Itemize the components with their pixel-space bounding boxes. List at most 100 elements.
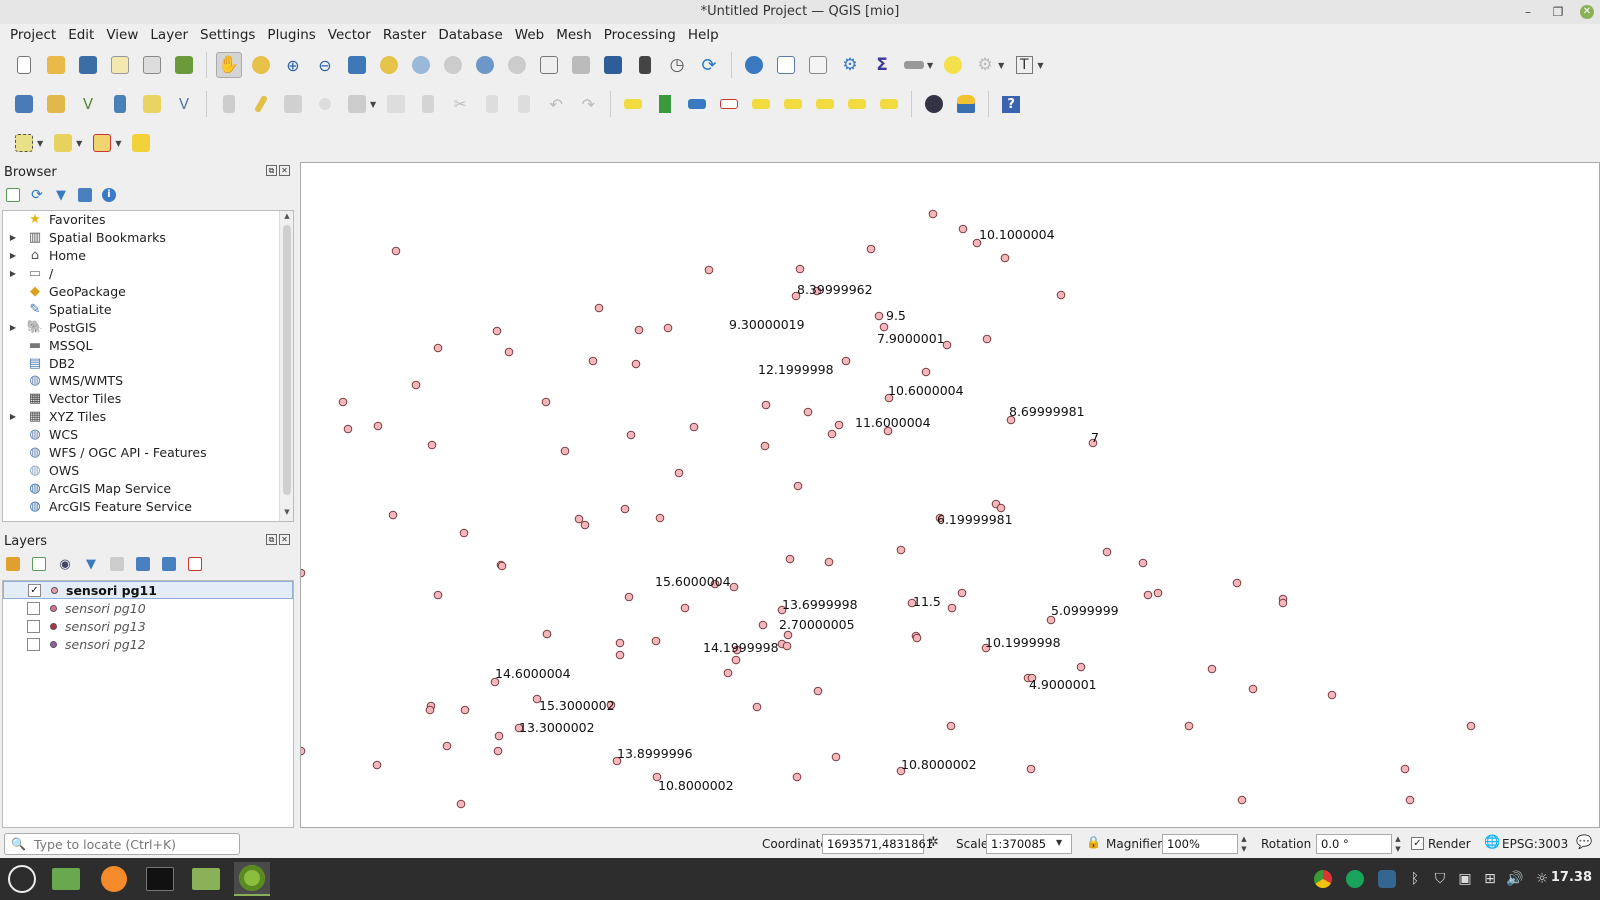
menu-help[interactable]: Help xyxy=(682,27,725,43)
menu-vector[interactable]: Vector xyxy=(322,27,377,43)
browser-item-root[interactable]: ▶ ▭ / xyxy=(3,265,293,283)
browser-item-postgis[interactable]: ▶ 🐘 PostGIS xyxy=(3,318,293,336)
help-icon[interactable]: ? xyxy=(998,91,1024,117)
refresh-icon[interactable]: ⟳ xyxy=(28,186,46,204)
refresh-icon[interactable]: ⟳ xyxy=(696,52,722,78)
layer-labeling-icon[interactable] xyxy=(620,91,646,117)
magnifier-spinner[interactable]: ▲ ▼ xyxy=(1238,834,1250,854)
chevron-down-icon[interactable]: ▼ xyxy=(370,100,376,109)
new-map-view-icon[interactable] xyxy=(536,52,562,78)
close-panel-icon[interactable]: ✕ xyxy=(279,534,290,545)
chevron-down-icon[interactable]: ▼ xyxy=(37,139,43,148)
magnifier-field[interactable]: 100% xyxy=(1162,834,1238,854)
menu-processing[interactable]: Processing xyxy=(598,27,682,43)
undo-icon[interactable]: ↶ xyxy=(543,91,569,117)
pin-labels-icon[interactable] xyxy=(684,91,710,117)
expand-all-icon[interactable] xyxy=(134,555,152,573)
new-project-icon[interactable] xyxy=(11,52,37,78)
menu-view[interactable]: View xyxy=(100,27,144,43)
filter-legend-icon[interactable]: ▼ xyxy=(82,555,100,573)
python-console-icon[interactable] xyxy=(953,91,979,117)
quickmapservices-globe-icon[interactable] xyxy=(921,91,947,117)
add-group-icon[interactable] xyxy=(30,555,48,573)
crs-button[interactable]: EPSG:3003 xyxy=(1502,837,1568,851)
info-icon[interactable]: i xyxy=(100,186,118,204)
new-spatialite-layer-icon[interactable] xyxy=(107,91,133,117)
select-features-icon[interactable] xyxy=(11,130,37,156)
actions-gear-icon[interactable]: ⚙ xyxy=(972,52,998,78)
menu-web[interactable]: Web xyxy=(509,27,550,43)
zoom-last-icon[interactable] xyxy=(472,52,498,78)
identify-features-icon[interactable] xyxy=(741,52,767,78)
browser-item-ows[interactable]: ◍ OWS xyxy=(3,461,293,479)
cut-features-icon[interactable]: ✂ xyxy=(447,91,473,117)
zoom-native-icon[interactable] xyxy=(440,52,466,78)
expand-arrow-icon[interactable]: ▶ xyxy=(7,269,19,278)
menu-layer[interactable]: Layer xyxy=(144,27,194,43)
open-attribute-table-icon[interactable] xyxy=(773,52,799,78)
expand-arrow-icon[interactable]: ▶ xyxy=(7,251,19,260)
zoom-to-selection-icon[interactable] xyxy=(376,52,402,78)
browser-item-wfs-ogc-api-features[interactable]: ◍ WFS / OGC API - Features xyxy=(3,444,293,462)
show-bookmarks-icon[interactable] xyxy=(632,52,658,78)
collapse-all-icon[interactable] xyxy=(76,186,94,204)
browser-item-vector-tiles[interactable]: ▦ Vector Tiles xyxy=(3,390,293,408)
chevron-down-icon[interactable]: ▼ xyxy=(76,139,82,148)
layer-visibility-checkbox[interactable] xyxy=(27,637,40,651)
network-icon[interactable]: ⊞ xyxy=(1480,869,1500,889)
browser-item-xyz-tiles[interactable]: ▶ ▦ XYZ Tiles xyxy=(3,408,293,426)
expand-arrow-icon[interactable]: ▶ xyxy=(7,323,19,332)
postgres-elephant-icon[interactable] xyxy=(1377,869,1397,889)
rotation-field[interactable]: 0.0 ° xyxy=(1316,834,1392,854)
menu-edit[interactable]: Edit xyxy=(62,27,100,43)
delete-selected-icon[interactable] xyxy=(415,91,441,117)
new-geopackage-icon[interactable] xyxy=(43,91,69,117)
filter-by-expression-icon[interactable] xyxy=(108,555,126,573)
select-by-expression-icon[interactable] xyxy=(50,130,76,156)
browser-item-spatialite[interactable]: ✎ SpatiaLite xyxy=(3,300,293,318)
change-label-properties-icon[interactable] xyxy=(876,91,902,117)
add-point-feature-icon[interactable] xyxy=(312,91,338,117)
toggle-editing-pencil-icon[interactable] xyxy=(248,91,274,117)
chevron-down-icon[interactable]: ▼ xyxy=(115,139,121,148)
chat-app-icon[interactable] xyxy=(1345,869,1365,889)
modify-attributes-icon[interactable] xyxy=(383,91,409,117)
terminal-icon[interactable] xyxy=(142,862,178,896)
pan-hand-icon[interactable]: ✋ xyxy=(216,52,242,78)
redo-icon[interactable]: ↷ xyxy=(575,91,601,117)
layer-row[interactable]: sensori pg10 xyxy=(3,599,293,617)
menu-project[interactable]: Project xyxy=(4,27,62,43)
shield-icon[interactable]: ⛉ xyxy=(1430,869,1450,889)
statistical-summary-icon[interactable]: Σ xyxy=(869,52,895,78)
layer-diagram-icon[interactable] xyxy=(652,91,678,117)
map-tips-icon[interactable] xyxy=(940,52,966,78)
menu-database[interactable]: Database xyxy=(432,27,508,43)
new-temporary-layer-icon[interactable] xyxy=(139,91,165,117)
bluetooth-icon[interactable]: ᛒ xyxy=(1405,869,1425,889)
select-by-location-icon[interactable] xyxy=(128,130,154,156)
new-print-layout-icon[interactable] xyxy=(107,52,133,78)
files-icon[interactable] xyxy=(188,862,224,896)
highlight-pinned-labels-icon[interactable] xyxy=(716,91,742,117)
paste-features-icon[interactable] xyxy=(511,91,537,117)
chevron-down-icon[interactable]: ▼ xyxy=(1056,838,1062,847)
zoom-to-layer-icon[interactable] xyxy=(408,52,434,78)
save-project-icon[interactable] xyxy=(75,52,101,78)
chevron-down-icon[interactable]: ▼ xyxy=(998,61,1004,70)
toggle-extents-mouse-icon[interactable]: ✲ xyxy=(928,835,939,850)
show-hide-labels-icon[interactable] xyxy=(780,91,806,117)
toggle-label-display-icon[interactable] xyxy=(748,91,774,117)
new-shapefile-layer-icon[interactable]: V xyxy=(75,91,101,117)
rotation-spinner[interactable]: ▲ ▼ xyxy=(1392,834,1404,854)
browser-item-arcgis-map-service[interactable]: ◍ ArcGIS Map Service xyxy=(3,479,293,497)
browser-item-favorites[interactable]: ★ Favorites xyxy=(3,211,293,229)
layer-row[interactable]: ✓ sensori pg11 xyxy=(3,581,293,599)
brightness-icon[interactable]: ☼ xyxy=(1532,869,1552,889)
zoom-in-icon[interactable]: ⊕ xyxy=(280,52,306,78)
browser-item-db2[interactable]: ▤ DB2 xyxy=(3,354,293,372)
open-project-icon[interactable] xyxy=(43,52,69,78)
new-spatial-bookmark-icon[interactable] xyxy=(600,52,626,78)
chrome-icon[interactable] xyxy=(1313,869,1333,889)
browser-item-geopackage[interactable]: ◆ GeoPackage xyxy=(3,283,293,301)
filter-icon[interactable]: ▼ xyxy=(52,186,70,204)
